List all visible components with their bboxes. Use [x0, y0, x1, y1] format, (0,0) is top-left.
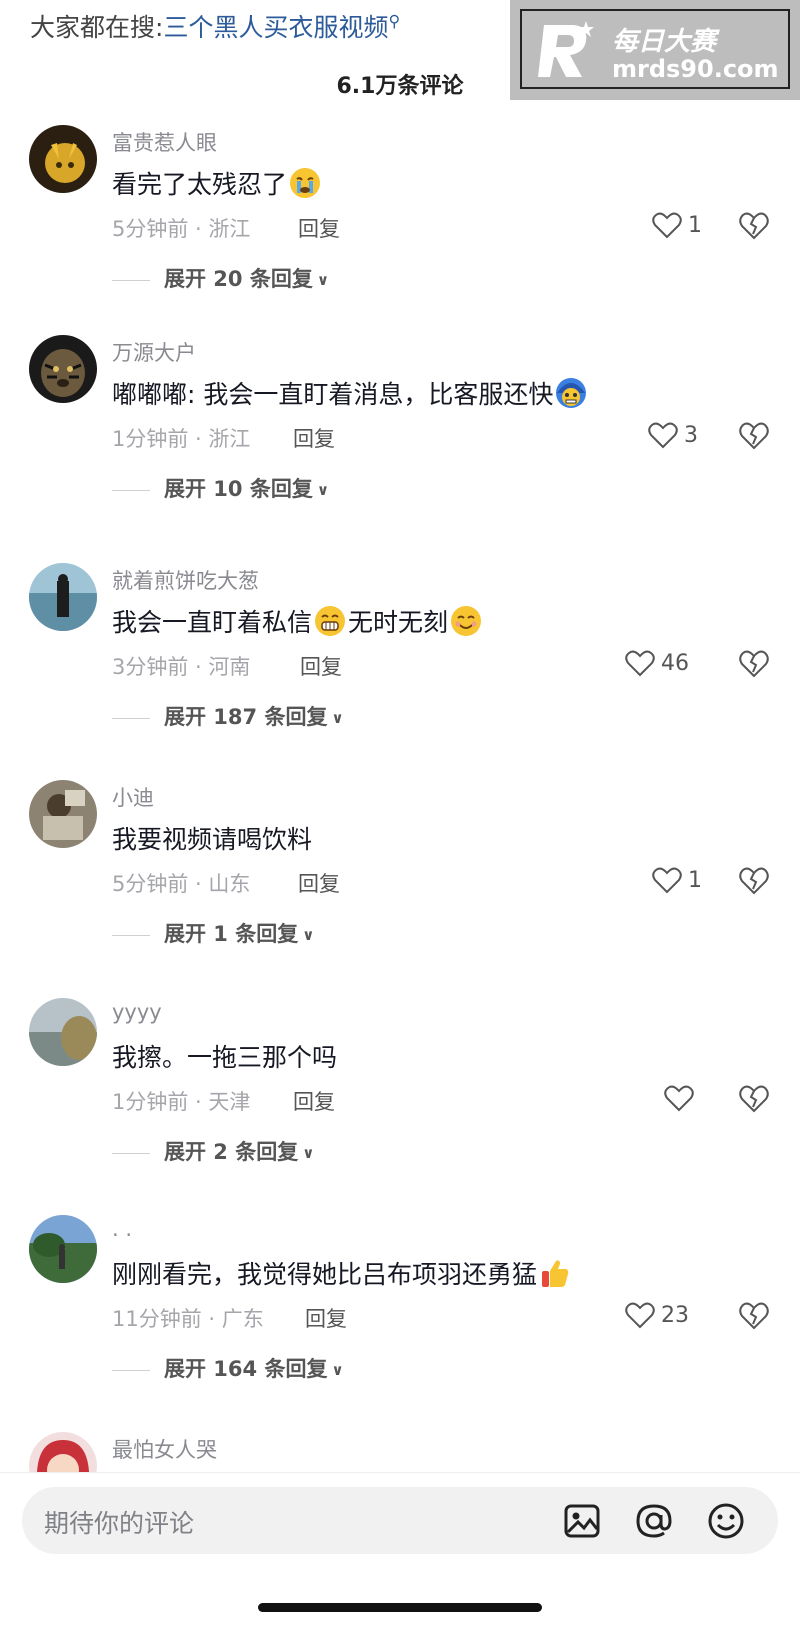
emoji-icon[interactable]: [706, 1501, 746, 1541]
comment-item: 万源大户 嘟嘟嘟: 我会一直盯着消息，比客服还快 1分钟前 · 浙江 回复 3 …: [0, 335, 800, 545]
like-button[interactable]: [664, 1083, 700, 1113]
comment-username[interactable]: 万源大户: [112, 337, 196, 367]
search-suggestion-link[interactable]: 三个黑人买衣服视频: [163, 13, 388, 42]
chevron-down-icon: ∨: [302, 926, 315, 944]
like-count: 46: [661, 650, 689, 676]
image-icon[interactable]: [562, 1501, 602, 1541]
comment-item: 小迪 我要视频请喝饮料 5分钟前 · 山东 回复 1 展开 1 条回复 ∨: [0, 780, 800, 990]
reply-button[interactable]: 回复: [298, 868, 340, 898]
comment-text: 我会一直盯着私信 无时无刻: [112, 603, 484, 639]
comment-username[interactable]: 就着煎饼吃大葱: [112, 565, 259, 595]
expand-replies[interactable]: 展开 1 条回复 ∨: [112, 918, 314, 948]
expand-replies[interactable]: 展开 20 条回复 ∨: [112, 263, 329, 293]
chevron-down-icon: ∨: [331, 709, 344, 727]
smile-emoji-icon: [451, 606, 482, 636]
expand-replies[interactable]: 展开 10 条回复 ∨: [112, 473, 329, 503]
reply-button[interactable]: 回复: [298, 213, 340, 243]
comment-meta: 3分钟前 · 河南: [112, 655, 251, 679]
comment-item: 就着煎饼吃大葱 我会一直盯着私信 无时无刻 3分钟前 · 河南 回复 46 展开…: [0, 563, 800, 773]
reply-button[interactable]: 回复: [293, 1086, 335, 1116]
dislike-icon[interactable]: [738, 1300, 770, 1330]
heart-icon: [625, 1302, 655, 1329]
comment-input-area: 期待你的评论: [0, 1472, 800, 1626]
chevron-down-icon: ∨: [331, 1361, 344, 1379]
freezing-emoji-icon: [556, 378, 587, 408]
search-suggestion[interactable]: 大家都在搜:三个黑人买衣服视频⚲: [30, 8, 400, 44]
comment-item: 富贵惹人眼 看完了太残忍了 5分钟前 · 浙江 回复 1 展开 20 条回复 ∨: [0, 125, 800, 335]
comment-text: 看完了太残忍了: [112, 165, 323, 201]
comment-input-placeholder: 期待你的评论: [44, 1509, 195, 1538]
avatar[interactable]: [29, 125, 97, 193]
comment-username[interactable]: 富贵惹人眼: [112, 127, 217, 157]
at-icon[interactable]: [634, 1501, 674, 1541]
expand-replies[interactable]: 展开 187 条回复 ∨: [112, 701, 344, 731]
reply-button[interactable]: 回复: [305, 1303, 347, 1333]
avatar[interactable]: [29, 998, 97, 1066]
like-button[interactable]: 1: [652, 210, 702, 240]
comment-item: . . 刚刚看完，我觉得她比吕布项羽还勇猛 11分钟前 · 广东 回复 23 展…: [0, 1215, 800, 1425]
avatar[interactable]: [29, 1432, 97, 1472]
like-button[interactable]: 3: [648, 420, 698, 450]
comment-meta: 1分钟前 · 天津: [112, 1090, 251, 1114]
like-count: 1: [688, 867, 702, 893]
dislike-icon[interactable]: [738, 420, 770, 450]
expand-replies[interactable]: 展开 164 条回复 ∨: [112, 1353, 344, 1383]
dislike-icon[interactable]: [738, 648, 770, 678]
comment-input[interactable]: 期待你的评论: [22, 1487, 778, 1554]
chevron-down-icon: ∨: [316, 481, 330, 499]
comment-meta: 11分钟前 · 广东: [112, 1307, 264, 1331]
chevron-down-icon: ∨: [302, 1144, 315, 1162]
comment-username[interactable]: . .: [112, 1217, 132, 1241]
avatar[interactable]: [29, 335, 97, 403]
comment-username[interactable]: 最怕女人哭: [112, 1434, 217, 1464]
avatar[interactable]: [29, 780, 97, 848]
like-count: 1: [688, 212, 702, 238]
heart-icon: [625, 650, 655, 677]
comment-count: 6.1万条评论: [336, 74, 464, 99]
heart-icon: [652, 867, 682, 894]
like-count: 23: [661, 1302, 689, 1328]
comment-item: 最怕女人哭: [0, 1432, 800, 1472]
comment-username[interactable]: yyyy: [112, 1000, 162, 1024]
watermark-title: 每日大赛: [612, 27, 717, 57]
comment-meta: 5分钟前 · 浙江: [112, 217, 251, 241]
avatar[interactable]: [29, 1215, 97, 1283]
reply-button[interactable]: 回复: [293, 423, 335, 453]
comment-text: 嘟嘟嘟: 我会一直盯着消息，比客服还快: [112, 375, 589, 411]
search-icon: ⚲: [388, 11, 401, 31]
comment-text: 我要视频请喝饮料: [112, 825, 313, 854]
heart-icon: [664, 1085, 694, 1112]
chevron-down-icon: ∨: [316, 271, 330, 289]
heart-icon: [648, 422, 678, 449]
expand-replies[interactable]: 展开 2 条回复 ∨: [112, 1136, 314, 1166]
dislike-icon[interactable]: [738, 1083, 770, 1113]
reply-button[interactable]: 回复: [300, 651, 342, 681]
comment-text: 我擦。一拖三那个吗: [112, 1043, 338, 1072]
search-suggestion-label: 大家都在搜:: [30, 13, 164, 42]
grin-emoji-icon: [315, 606, 346, 636]
like-count: 3: [684, 422, 698, 448]
comment-meta: 1分钟前 · 浙江: [112, 427, 251, 451]
comment-item: yyyy 我擦。一拖三那个吗 1分钟前 · 天津 回复 展开 2 条回复 ∨: [0, 998, 800, 1208]
comment-text: 刚刚看完，我觉得她比吕布项羽还勇猛: [112, 1255, 573, 1291]
comment-username[interactable]: 小迪: [112, 782, 154, 812]
thumbs-up-emoji-icon: [542, 1260, 569, 1287]
like-button[interactable]: 46: [625, 648, 689, 678]
comment-meta: 5分钟前 · 山东: [112, 872, 251, 896]
heart-icon: [652, 212, 682, 239]
like-button[interactable]: 1: [652, 865, 702, 895]
crying-emoji-icon: [290, 168, 321, 198]
dislike-icon[interactable]: [738, 865, 770, 895]
home-indicator[interactable]: [258, 1603, 542, 1612]
like-button[interactable]: 23: [625, 1300, 689, 1330]
dislike-icon[interactable]: [738, 210, 770, 240]
avatar[interactable]: [29, 563, 97, 631]
